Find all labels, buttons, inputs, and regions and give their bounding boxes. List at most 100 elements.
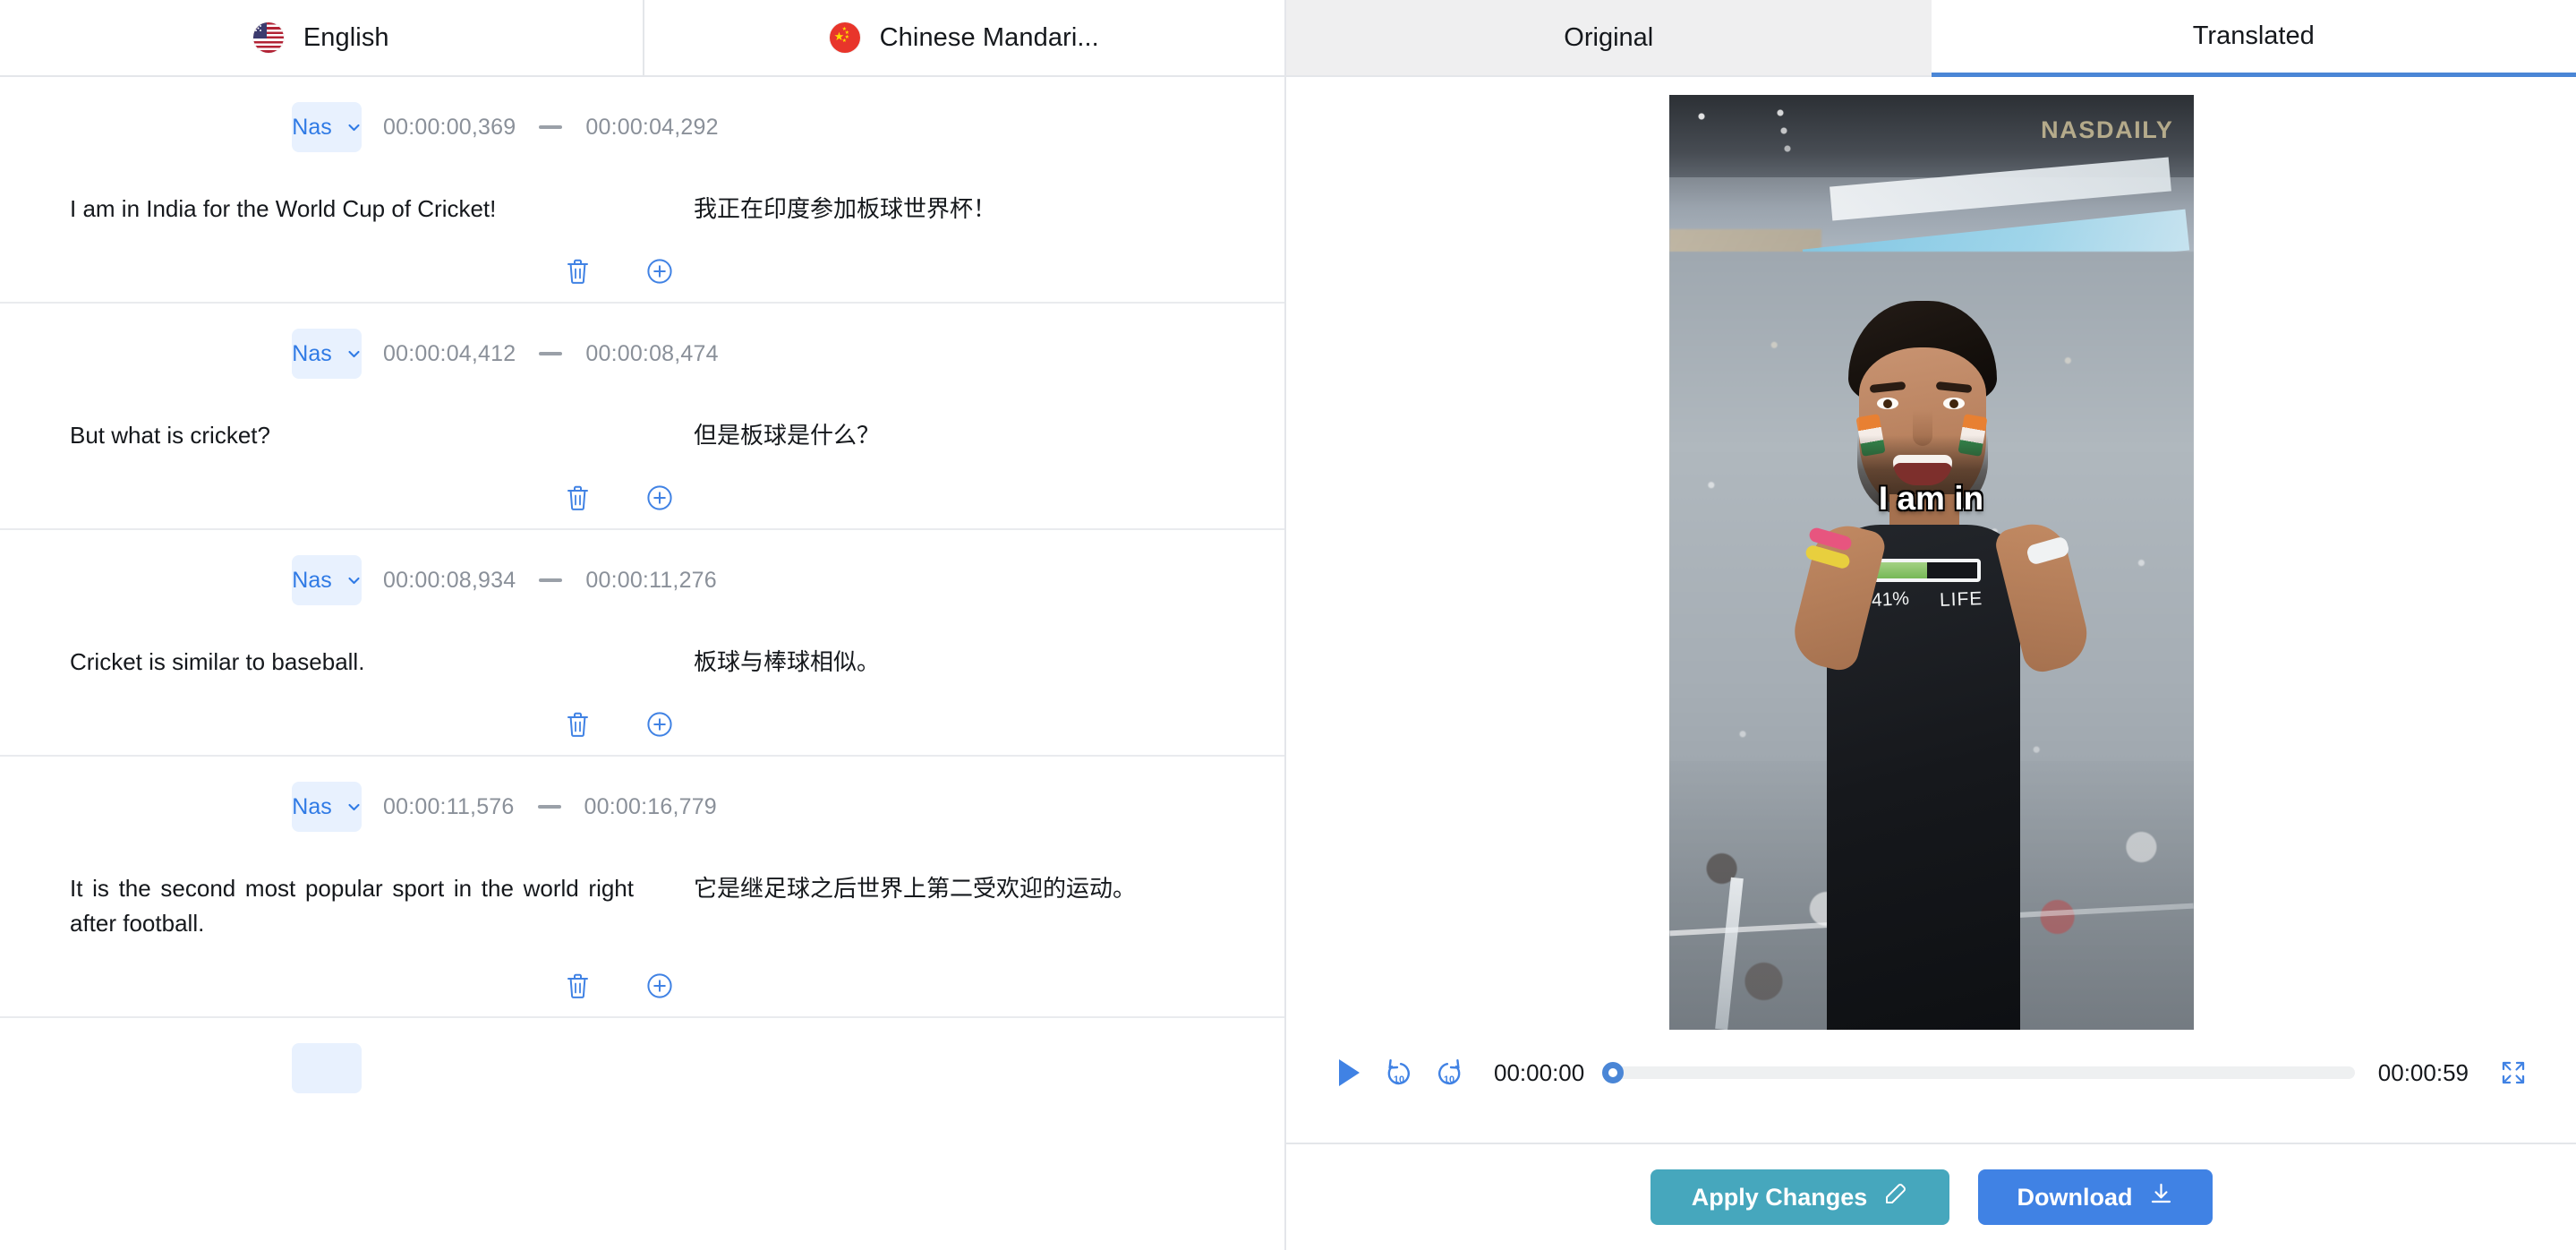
shirt-life-text: LIFE bbox=[1939, 588, 1983, 611]
speaker-name: Nas bbox=[292, 567, 332, 593]
translated-text[interactable]: 我正在印度参加板球世界杯！ bbox=[694, 192, 1231, 227]
apply-changes-button[interactable]: Apply Changes bbox=[1650, 1169, 1949, 1225]
subtitle-texts: But what is cricket? 但是板球是什么？ bbox=[0, 379, 1284, 453]
subtitle-row: Nas 00:00:11,576 00:00:16,779 It is the … bbox=[0, 757, 1284, 1018]
subtitle-meta: Nas 00:00:11,576 00:00:16,779 bbox=[0, 782, 1284, 832]
start-time[interactable]: 00:00:04,412 bbox=[383, 341, 516, 367]
subtitle-actions bbox=[0, 703, 1284, 746]
tab-original[interactable]: Original bbox=[1286, 0, 1932, 77]
start-time[interactable]: 00:00:00,369 bbox=[383, 115, 516, 141]
end-time[interactable]: 00:00:08,474 bbox=[585, 341, 718, 367]
time-dash-icon bbox=[539, 125, 563, 129]
speaker-select[interactable]: Nas bbox=[292, 329, 362, 379]
translated-text[interactable]: 但是板球是什么？ bbox=[694, 418, 1231, 453]
time-dash-icon bbox=[539, 352, 563, 355]
time-dash-icon bbox=[537, 805, 561, 809]
add-subtitle-button[interactable] bbox=[642, 968, 678, 1004]
speaker-select[interactable]: Nas bbox=[292, 555, 362, 605]
source-text[interactable]: Cricket is similar to baseball. bbox=[70, 645, 634, 680]
speaker-select[interactable]: Nas bbox=[292, 782, 362, 832]
end-time[interactable]: 00:00:16,779 bbox=[584, 794, 717, 820]
chevron-down-icon bbox=[346, 120, 362, 135]
subtitle-actions bbox=[0, 250, 1284, 293]
start-time[interactable]: 00:00:11,576 bbox=[383, 794, 515, 820]
subtitle-list[interactable]: Nas 00:00:00,369 00:00:04,292 I am in In… bbox=[0, 77, 1284, 1250]
speaker-select[interactable]: Nas bbox=[292, 102, 362, 152]
end-time[interactable]: 00:00:04,292 bbox=[585, 115, 718, 141]
pencil-icon bbox=[1883, 1182, 1907, 1212]
tab-translated[interactable]: Translated bbox=[1931, 0, 2576, 77]
subtitle-row: Nas 00:00:04,412 00:00:08,474 But what i… bbox=[0, 304, 1284, 530]
person-eye-left bbox=[1876, 398, 1898, 409]
time-range: 00:00:11,576 00:00:16,779 bbox=[383, 794, 717, 820]
chevron-down-icon bbox=[346, 800, 362, 815]
delete-subtitle-button[interactable] bbox=[559, 480, 595, 516]
source-text[interactable]: It is the second most popular sport in t… bbox=[70, 871, 634, 941]
tab-target-language[interactable]: ★ ★ ★ ★ ★ Chinese Mandari... bbox=[642, 0, 1284, 75]
time-range: 00:00:08,934 00:00:11,276 bbox=[383, 568, 717, 594]
seek-thumb[interactable] bbox=[1602, 1062, 1625, 1083]
chevron-down-icon bbox=[346, 573, 362, 588]
video-watermark: NASDAILY bbox=[2041, 116, 2174, 143]
apply-changes-label: Apply Changes bbox=[1691, 1183, 1868, 1211]
download-button[interactable]: Download bbox=[1977, 1169, 2213, 1225]
subtitle-meta: Nas 00:00:08,934 00:00:11,276 bbox=[0, 555, 1284, 605]
shirt-percent-text: 41% bbox=[1870, 587, 1910, 612]
svg-text:10: 10 bbox=[1394, 1074, 1404, 1085]
add-subtitle-button[interactable] bbox=[642, 706, 678, 742]
subtitle-row bbox=[0, 1018, 1284, 1102]
delete-subtitle-button[interactable] bbox=[559, 968, 595, 1004]
video-player-area: 41% LIFE NASDAILY I am in 10 10 00:00:00… bbox=[1286, 77, 2576, 1143]
tab-source-language[interactable]: English bbox=[0, 0, 643, 75]
delete-subtitle-button[interactable] bbox=[559, 706, 595, 742]
source-text[interactable]: I am in India for the World Cup of Crick… bbox=[70, 192, 634, 227]
seek-slider[interactable] bbox=[1602, 1062, 2355, 1083]
fullscreen-icon[interactable] bbox=[2488, 1048, 2538, 1098]
subtitle-row: Nas 00:00:08,934 00:00:11,276 Cricket is… bbox=[0, 530, 1284, 757]
subtitle-actions bbox=[0, 964, 1284, 1007]
start-time[interactable]: 00:00:08,934 bbox=[383, 568, 516, 594]
translated-text[interactable]: 板球与棒球相似。 bbox=[694, 645, 1231, 680]
speaker-name: Nas bbox=[292, 340, 332, 366]
seek-track bbox=[1604, 1066, 2355, 1079]
video-preview[interactable]: 41% LIFE NASDAILY I am in bbox=[1668, 95, 2194, 1030]
add-subtitle-button[interactable] bbox=[642, 253, 678, 289]
download-icon bbox=[2149, 1182, 2173, 1212]
stadium-lights bbox=[1686, 107, 1902, 161]
time-dash-icon bbox=[539, 578, 563, 582]
delete-subtitle-button[interactable] bbox=[559, 253, 595, 289]
speaker-name: Nas bbox=[292, 114, 332, 140]
subtitle-meta bbox=[0, 1043, 1284, 1093]
shirt-progress-fill bbox=[1872, 562, 1927, 578]
player-controls: 10 10 00:00:00 00:00:59 bbox=[1286, 1030, 2576, 1116]
preview-panel: Original Translated 41% LIFE NASDAILY I … bbox=[1286, 0, 2576, 1250]
forward-10-icon[interactable]: 10 bbox=[1424, 1048, 1474, 1098]
subtitle-texts: I am in India for the World Cup of Crick… bbox=[0, 152, 1284, 227]
subtitle-meta: Nas 00:00:00,369 00:00:04,292 bbox=[0, 102, 1284, 152]
subtitle-actions bbox=[0, 476, 1284, 519]
time-range: 00:00:04,412 00:00:08,474 bbox=[383, 341, 719, 367]
subtitle-texts: It is the second most popular sport in t… bbox=[0, 832, 1284, 941]
end-time[interactable]: 00:00:11,276 bbox=[585, 568, 717, 594]
play-button[interactable] bbox=[1324, 1048, 1374, 1098]
subtitle-editor-panel: English ★★★★★ Chinese Mandari... Nas bbox=[0, 0, 1286, 1250]
subtitle-editor-app: English ★★★★★ Chinese Mandari... Nas bbox=[0, 0, 2576, 1250]
speaker-select[interactable] bbox=[292, 1043, 362, 1093]
rewind-10-icon[interactable]: 10 bbox=[1374, 1048, 1424, 1098]
subtitle-meta: Nas 00:00:04,412 00:00:08,474 bbox=[0, 329, 1284, 379]
download-label: Download bbox=[2017, 1183, 2133, 1211]
video-caption-overlay: I am in bbox=[1878, 480, 1984, 517]
svg-text:10: 10 bbox=[1444, 1074, 1454, 1085]
language-tab-bar: English ★ ★ ★ ★ ★ Chinese Mandari... bbox=[0, 0, 1284, 77]
source-text[interactable]: But what is cricket? bbox=[70, 418, 634, 453]
person-subject: 41% LIFE bbox=[1787, 301, 2094, 1030]
speaker-name: Nas bbox=[292, 793, 332, 819]
subtitle-row: Nas 00:00:00,369 00:00:04,292 I am in In… bbox=[0, 77, 1284, 304]
translated-text[interactable]: 它是继足球之后世界上第二受欢迎的运动。 bbox=[694, 871, 1231, 906]
flag-us-icon bbox=[252, 22, 284, 53]
time-range: 00:00:00,369 00:00:04,292 bbox=[383, 115, 719, 141]
chevron-down-icon bbox=[346, 347, 362, 362]
subtitle-texts: Cricket is similar to baseball. 板球与棒球相似。 bbox=[0, 605, 1284, 680]
add-subtitle-button[interactable] bbox=[642, 480, 678, 516]
source-language-label: English bbox=[303, 22, 389, 52]
